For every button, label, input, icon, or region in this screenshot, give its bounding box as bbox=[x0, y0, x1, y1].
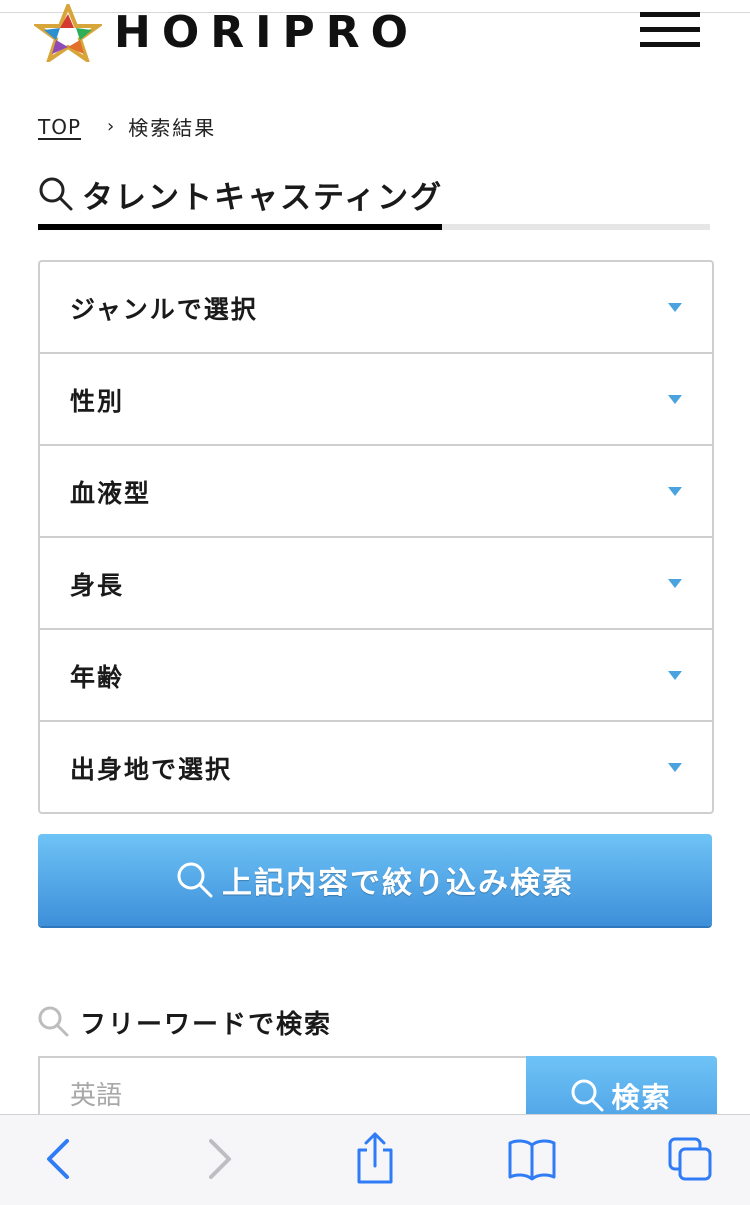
dropdown-arrow-icon bbox=[668, 395, 682, 404]
filter-list: ジャンルで選択 性別 血液型 身長 年齢 出身地で選択 bbox=[38, 260, 714, 814]
browser-back-button[interactable] bbox=[26, 1127, 90, 1191]
dropdown-arrow-icon bbox=[668, 487, 682, 496]
breadcrumb-separator: › bbox=[107, 116, 115, 137]
tabs-icon bbox=[668, 1137, 712, 1181]
site-header: HORIPRO bbox=[0, 0, 750, 70]
filter-age[interactable]: 年齢 bbox=[40, 628, 712, 720]
filter-label: 血液型 bbox=[70, 479, 152, 508]
search-icon bbox=[571, 1079, 604, 1112]
logo-text[interactable]: HORIPRO bbox=[114, 8, 419, 58]
dropdown-arrow-icon bbox=[668, 671, 682, 680]
browser-toolbar bbox=[0, 1114, 750, 1205]
search-icon bbox=[38, 1006, 69, 1037]
dropdown-arrow-icon bbox=[668, 303, 682, 312]
search-icon bbox=[39, 177, 73, 211]
filter-height[interactable]: 身長 bbox=[40, 536, 712, 628]
tab-underline-active bbox=[38, 224, 442, 230]
filter-label: 身長 bbox=[70, 571, 125, 600]
forward-icon bbox=[209, 1139, 231, 1179]
filter-birthplace[interactable]: 出身地で選択 bbox=[40, 720, 712, 812]
horipro-star-logo-icon[interactable] bbox=[34, 4, 102, 62]
freeword-search-button-label: 検索 bbox=[611, 1081, 672, 1114]
filter-gender[interactable]: 性別 bbox=[40, 352, 712, 444]
back-icon bbox=[47, 1139, 69, 1179]
filter-search-button-label: 上記内容で絞り込み検索 bbox=[222, 866, 574, 901]
breadcrumb-home-link[interactable]: TOP bbox=[38, 115, 81, 139]
dropdown-arrow-icon bbox=[668, 763, 682, 772]
hamburger-menu-button[interactable] bbox=[640, 12, 700, 52]
browser-forward-button[interactable] bbox=[188, 1127, 252, 1191]
dropdown-arrow-icon bbox=[668, 579, 682, 588]
filter-search-button[interactable]: 上記内容で絞り込み検索 bbox=[38, 834, 712, 926]
freeword-title: フリーワードで検索 bbox=[38, 1000, 332, 1044]
filter-label: 性別 bbox=[70, 387, 125, 416]
hamburger-menu-icon-line bbox=[640, 27, 700, 32]
browser-bookmarks-button[interactable] bbox=[500, 1127, 564, 1191]
share-icon bbox=[357, 1132, 393, 1184]
filter-label: 年齢 bbox=[70, 663, 125, 692]
section-title-text: タレントキャスティング bbox=[82, 179, 444, 216]
section-title: タレントキャスティング bbox=[38, 172, 443, 216]
browser-share-button[interactable] bbox=[343, 1127, 407, 1191]
filter-genre[interactable]: ジャンルで選択 bbox=[40, 262, 712, 352]
bookmarks-icon bbox=[508, 1139, 556, 1181]
browser-tabs-button[interactable] bbox=[658, 1127, 722, 1191]
search-icon bbox=[177, 862, 213, 898]
filter-label: ジャンルで選択 bbox=[70, 295, 258, 324]
hamburger-menu-icon bbox=[640, 12, 700, 17]
breadcrumb: TOP › 検索結果 bbox=[38, 112, 216, 141]
filter-label: 出身地で選択 bbox=[70, 755, 233, 784]
hamburger-menu-icon-line bbox=[640, 42, 700, 47]
breadcrumb-current: 検索結果 bbox=[128, 116, 217, 140]
freeword-title-text: フリーワードで検索 bbox=[80, 1009, 333, 1040]
filter-blood-type[interactable]: 血液型 bbox=[40, 444, 712, 536]
